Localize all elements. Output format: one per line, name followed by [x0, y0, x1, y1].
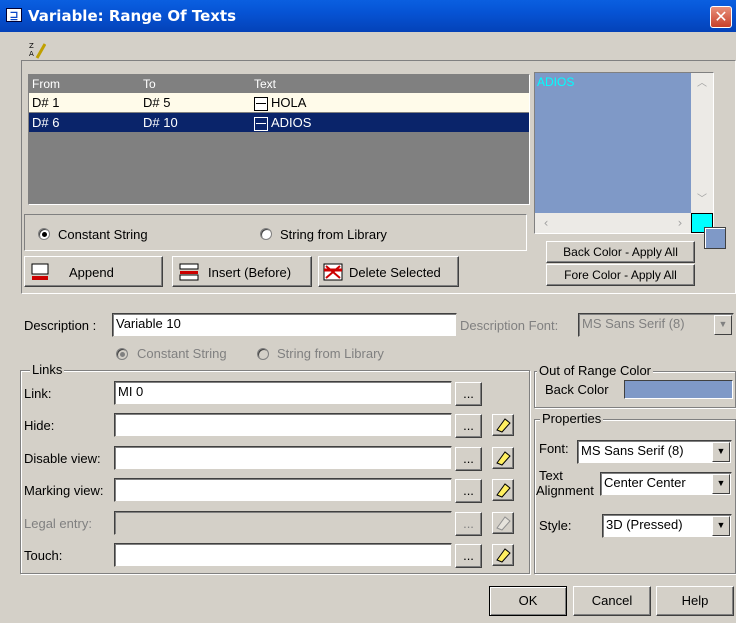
- svg-text:Z: Z: [29, 42, 34, 50]
- style-select[interactable]: 3D (Pressed) ▼: [602, 514, 732, 538]
- help-button[interactable]: Help: [656, 586, 734, 616]
- append-icon: [31, 263, 49, 280]
- text-alignment-select[interactable]: Center Center ▼: [600, 472, 732, 496]
- marking-view-field[interactable]: [114, 478, 452, 502]
- text-preview: ADIOS ︿ ﹀ ‹ ›: [534, 72, 714, 234]
- touch-label: Touch:: [24, 548, 63, 563]
- desc-constant-string-label: Constant String: [137, 346, 227, 361]
- disable-view-label: Disable view:: [24, 451, 101, 466]
- ok-button[interactable]: OK: [489, 586, 567, 616]
- oor-back-color-label: Back Color: [545, 382, 609, 397]
- touch-eraser-icon[interactable]: [492, 544, 514, 566]
- delete-selected-button[interactable]: Delete Selected: [318, 256, 459, 287]
- hide-browse-button[interactable]: ...: [455, 414, 482, 438]
- font-label: Font:: [539, 441, 569, 456]
- links-group-label: Links: [30, 362, 65, 377]
- legal-entry-field: [114, 511, 452, 535]
- preview-vscroll[interactable]: ︿ ﹀: [691, 73, 713, 213]
- cancel-button[interactable]: Cancel: [573, 586, 651, 616]
- cell-from[interactable]: D# 1: [29, 93, 144, 112]
- text-style-icon: [254, 116, 268, 131]
- description-field[interactable]: Variable 10: [112, 313, 457, 337]
- hide-eraser-icon[interactable]: [492, 414, 514, 436]
- cell-from[interactable]: D# 6: [29, 112, 144, 132]
- insert-icon: [179, 263, 199, 281]
- oor-back-color-swatch[interactable]: [624, 380, 733, 399]
- chevron-down-icon[interactable]: ▼: [712, 516, 730, 536]
- scroll-down-arrow[interactable]: ﹀: [693, 191, 711, 209]
- link-browse-button[interactable]: ...: [455, 382, 482, 406]
- text-alignment-label-2: Alignment: [536, 483, 594, 498]
- marking-view-eraser-icon[interactable]: [492, 479, 514, 501]
- link-field[interactable]: MI 0: [114, 381, 452, 405]
- cell-to[interactable]: D# 10: [140, 112, 255, 132]
- sort-icon[interactable]: ZA: [28, 40, 47, 60]
- chevron-down-icon[interactable]: ▼: [712, 474, 730, 494]
- scroll-left-arrow[interactable]: ‹: [537, 214, 555, 232]
- touch-field[interactable]: [114, 543, 452, 567]
- scroll-right-arrow[interactable]: ›: [671, 214, 689, 232]
- description-font-value: MS Sans Serif (8): [582, 316, 685, 331]
- cell-to[interactable]: D# 5: [140, 93, 255, 112]
- properties-group-label: Properties: [540, 411, 604, 426]
- text-alignment-label-1: Text: [539, 468, 563, 483]
- disable-view-eraser-icon[interactable]: [492, 447, 514, 469]
- desc-string-from-library-label: String from Library: [277, 346, 384, 361]
- cell-text-value: ADIOS: [271, 115, 312, 130]
- touch-browse-button[interactable]: ...: [455, 544, 482, 568]
- column-header-text[interactable]: Text: [251, 75, 529, 93]
- description-label: Description :: [24, 318, 97, 333]
- description-font-label: Description Font:: [460, 318, 559, 333]
- hide-field[interactable]: [114, 413, 452, 437]
- chevron-down-icon[interactable]: ▼: [712, 442, 730, 462]
- append-button[interactable]: Append: [24, 256, 163, 287]
- constant-string-label[interactable]: Constant String: [58, 227, 148, 242]
- disable-view-field[interactable]: [114, 446, 452, 470]
- fore-color-apply-all-button[interactable]: Fore Color - Apply All: [546, 264, 695, 286]
- out-of-range-group-label: Out of Range Color: [537, 363, 654, 378]
- cell-text-value: HOLA: [271, 95, 307, 110]
- append-label: Append: [69, 265, 114, 280]
- desc-constant-string-radio: [116, 348, 128, 360]
- app-icon: ⊒: [6, 8, 22, 22]
- cell-text[interactable]: ADIOS: [251, 112, 529, 132]
- constant-string-radio[interactable]: [38, 228, 50, 240]
- ranges-grid[interactable]: From To Text D# 1 D# 5 HOLA D# 6 D# 10 A…: [28, 74, 530, 205]
- string-from-library-label[interactable]: String from Library: [280, 227, 387, 242]
- link-label: Link:: [24, 386, 52, 401]
- column-header-to[interactable]: To: [140, 75, 255, 93]
- string-from-library-radio[interactable]: [260, 228, 272, 240]
- back-color-apply-all-button[interactable]: Back Color - Apply All: [546, 241, 695, 263]
- desc-string-from-library-radio: [257, 348, 269, 360]
- delete-label: Delete Selected: [349, 265, 441, 280]
- font-select[interactable]: MS Sans Serif (8) ▼: [577, 440, 732, 464]
- column-header-from[interactable]: From: [29, 75, 144, 93]
- disable-view-browse-button[interactable]: ...: [455, 447, 482, 471]
- cell-text[interactable]: HOLA: [251, 93, 529, 112]
- marking-view-browse-button[interactable]: ...: [455, 479, 482, 503]
- legal-entry-eraser-icon: [492, 512, 514, 534]
- preview-text: ADIOS: [537, 75, 575, 89]
- svg-text:A: A: [29, 50, 34, 58]
- hide-label: Hide:: [24, 418, 55, 433]
- insert-label: Insert (Before): [208, 265, 292, 280]
- marking-view-label: Marking view:: [24, 483, 104, 498]
- preview-hscroll[interactable]: ‹ ›: [535, 213, 691, 233]
- window-title: Variable: Range Of Texts: [28, 7, 237, 25]
- text-style-icon: [254, 96, 268, 111]
- text-alignment-value: Center Center: [604, 475, 686, 490]
- insert-before-button[interactable]: Insert (Before): [172, 256, 312, 287]
- legal-entry-label: Legal entry:: [24, 516, 92, 531]
- scroll-up-arrow[interactable]: ︿: [693, 75, 711, 93]
- style-label: Style:: [539, 518, 572, 533]
- legal-entry-browse-button: ...: [455, 512, 482, 536]
- close-button[interactable]: ✕: [710, 6, 732, 28]
- chevron-down-icon: ▼: [714, 315, 732, 335]
- description-font-select: MS Sans Serif (8) ▼: [578, 313, 734, 337]
- font-value: MS Sans Serif (8): [581, 443, 684, 458]
- delete-icon: [323, 263, 343, 281]
- back-color-swatch[interactable]: [704, 227, 726, 249]
- style-value: 3D (Pressed): [606, 517, 683, 532]
